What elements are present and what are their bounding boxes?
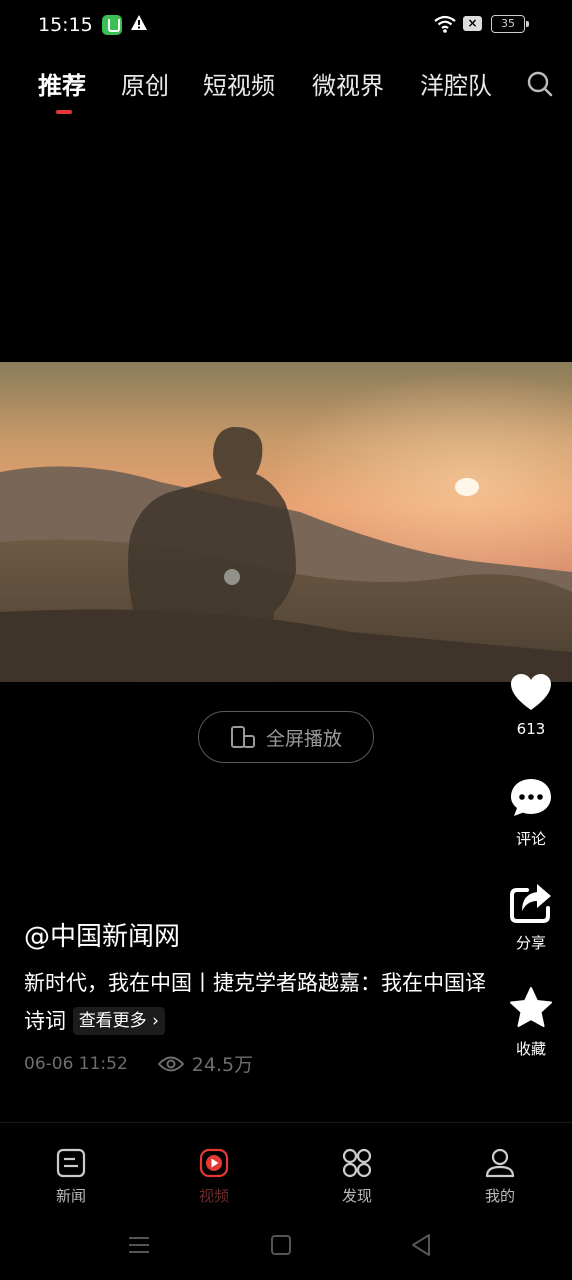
share-button[interactable]: 分享 [500,882,562,953]
share-label: 分享 [515,934,546,952]
bottom-nav: 新闻 视频 发现 我的 [0,1122,572,1218]
no-sim-icon: × [463,16,482,31]
back-icon[interactable] [410,1233,432,1257]
tab-short-video[interactable]: 短视频 [203,66,275,101]
menu-icon[interactable] [128,1234,150,1256]
comment-icon [511,779,551,816]
tab-foreign-voices[interactable]: 洋腔队 [420,66,492,101]
heart-icon [511,674,551,710]
video-frame-image [0,362,572,682]
warning-icon [131,15,147,30]
show-more-label: 查看更多 [78,1011,147,1031]
user-icon [485,1148,515,1178]
chevron-right-icon: › [152,1011,159,1031]
nav-discover-label: 发现 [341,1187,372,1205]
post-datetime: 06-06 11:52 [24,1053,128,1074]
video-play-icon [199,1148,229,1178]
favorite-button[interactable]: 收藏 [500,986,562,1059]
post-description: 新时代，我在中国丨捷克学者路越嘉：我在中国译诗词 查看更多 › [24,964,494,1040]
tab-micro-vision[interactable]: 微视界 [312,66,384,101]
fullscreen-label: 全屏播放 [265,727,342,750]
comment-button[interactable]: 评论 [500,776,562,849]
show-more-button[interactable]: 查看更多 › [72,1007,165,1035]
fullscreen-button[interactable]: 全屏播放 [198,711,374,763]
star-icon [510,987,552,1027]
nav-video-label: 视频 [198,1187,229,1205]
video-player[interactable] [0,362,572,682]
fullscreen-icon [230,726,255,748]
wifi-icon [434,15,456,33]
tab-recommend[interactable]: 推荐 [38,66,86,101]
active-tab-indicator [56,110,72,114]
post-meta: 06-06 11:52 24.5万 [24,1050,253,1077]
status-time: 15:15 [38,14,93,36]
system-nav-bar [0,1218,572,1280]
share-icon [510,884,551,923]
status-bar: 15:15 × 35 [0,0,572,52]
nav-news[interactable]: 新闻 [31,1147,111,1206]
like-button[interactable]: 613 [500,672,562,738]
home-icon[interactable] [270,1234,292,1256]
nav-mine[interactable]: 我的 [460,1147,540,1206]
nav-news-label: 新闻 [55,1187,86,1205]
view-count-value: 24.5万 [191,1054,254,1076]
nav-discover[interactable]: 发现 [317,1147,397,1206]
eye-icon [157,1056,184,1071]
like-count: 613 [516,720,546,738]
app-notification-icon [102,15,122,35]
search-icon[interactable] [526,70,554,98]
battery-icon: 35 [491,15,529,33]
nav-mine-label: 我的 [484,1187,515,1205]
author-name[interactable]: @中国新闻网 [24,916,180,953]
favorite-label: 收藏 [515,1040,546,1058]
view-count: 24.5万 [157,1050,254,1077]
category-tabs: 推荐 原创 短视频 微视界 洋腔队 [0,62,572,122]
comment-label: 评论 [515,830,546,848]
news-icon [56,1148,86,1178]
tab-original[interactable]: 原创 [121,66,169,101]
discover-icon [342,1148,372,1178]
nav-video[interactable]: 视频 [174,1147,254,1206]
